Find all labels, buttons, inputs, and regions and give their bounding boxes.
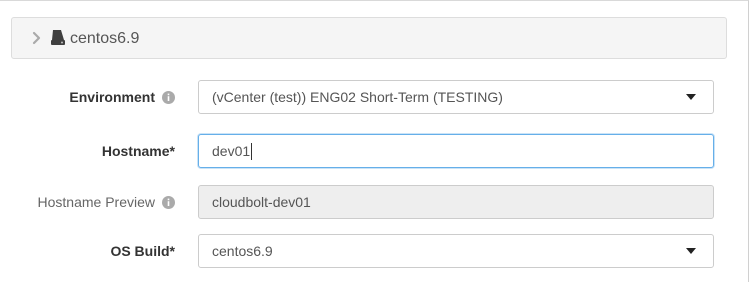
os-build-select[interactable]: centos6.9 bbox=[198, 234, 714, 268]
environment-select[interactable]: (vCenter (test)) ENG02 Short-Term (TESTI… bbox=[198, 80, 714, 114]
hostname-label-text: Hostname* bbox=[101, 143, 175, 159]
hostname-input-value: dev01 bbox=[212, 143, 251, 159]
info-circle-icon[interactable] bbox=[162, 195, 175, 209]
hostname-input[interactable]: dev01 bbox=[198, 134, 714, 168]
os-build-selected-value: centos6.9 bbox=[212, 243, 273, 259]
hostname-label: Hostname* bbox=[102, 141, 175, 161]
chevron-right-icon[interactable] bbox=[31, 31, 43, 45]
environment-label-text: Environment bbox=[69, 89, 155, 105]
caret-down-icon bbox=[686, 94, 696, 100]
hostname-preview-label-text: Hostname Preview bbox=[37, 194, 156, 210]
os-build-label-text: OS Build* bbox=[110, 243, 175, 259]
hostname-preview-label: Hostname Preview bbox=[37, 192, 175, 212]
environment-label: Environment bbox=[69, 87, 175, 107]
environment-selected-value: (vCenter (test)) ENG02 Short-Term (TESTI… bbox=[212, 89, 503, 105]
server-name-title: centos6.9 bbox=[70, 30, 140, 47]
hostname-preview-field: cloudbolt-dev01 bbox=[198, 185, 714, 219]
caret-down-icon bbox=[686, 248, 696, 254]
text-cursor bbox=[251, 142, 253, 160]
os-build-label: OS Build* bbox=[110, 241, 175, 261]
info-circle-icon[interactable] bbox=[162, 90, 175, 104]
server-icon bbox=[51, 30, 65, 45]
hostname-preview-value: cloudbolt-dev01 bbox=[212, 194, 311, 210]
server-panel-header[interactable]: centos6.9 bbox=[11, 17, 727, 59]
